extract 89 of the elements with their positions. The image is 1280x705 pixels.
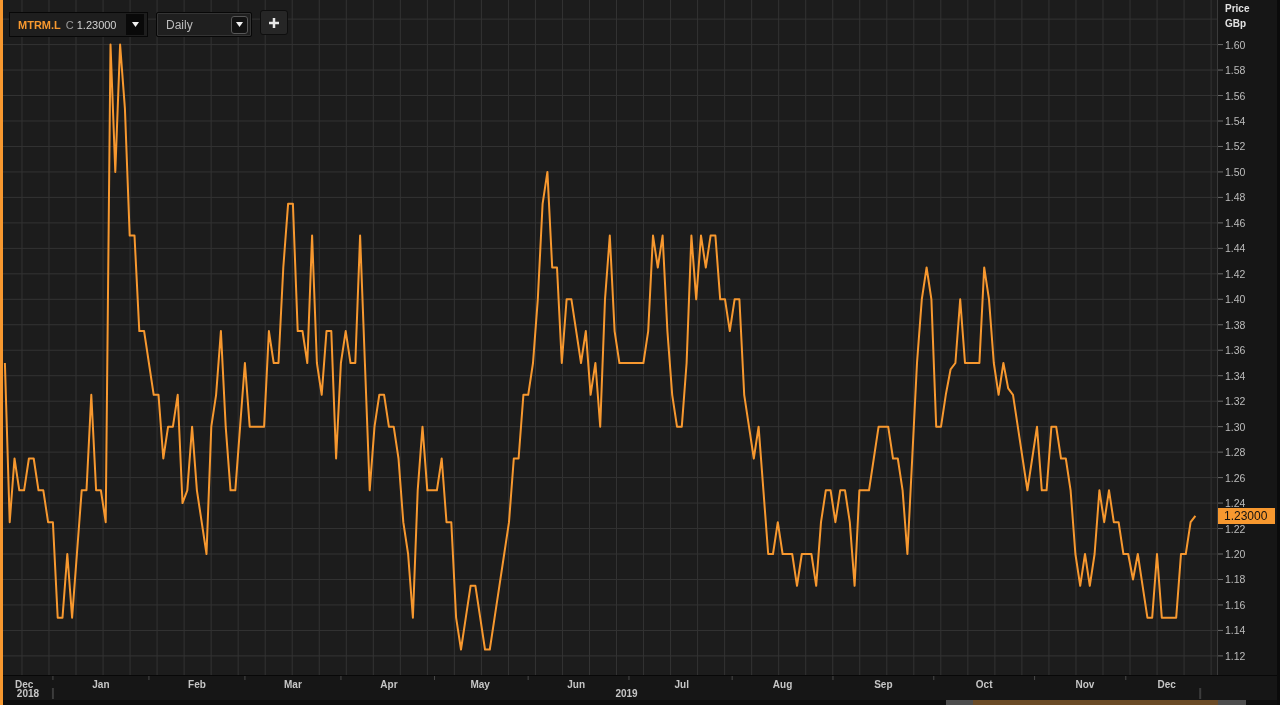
- tick-mark: [1218, 120, 1224, 122]
- month-label: Feb: [188, 679, 206, 691]
- tick-mark: [1218, 247, 1224, 249]
- month-label: Apr: [380, 679, 398, 691]
- dropdown-button[interactable]: [231, 15, 248, 34]
- tick-mark: [1125, 676, 1127, 681]
- axis-label: 1.58: [1225, 63, 1246, 78]
- price-type-label: C: [65, 18, 74, 31]
- axis-label: 1.48: [1225, 190, 1246, 205]
- ticker-symbol: MTRM.L: [18, 18, 61, 31]
- axis-label: 1.32: [1225, 394, 1246, 409]
- axis-label: 1.34: [1225, 368, 1246, 383]
- tick-mark: [1218, 324, 1224, 326]
- tick-mark: [1218, 196, 1224, 198]
- tick-mark: [1218, 171, 1224, 173]
- axis-label: 1.18: [1225, 572, 1246, 587]
- axis-label: 1.50: [1225, 164, 1246, 179]
- month-label: Sep: [874, 679, 893, 691]
- tick-mark: [1218, 426, 1224, 428]
- axis-label: 1.16: [1225, 597, 1246, 612]
- interval-dropdown[interactable]: Daily: [156, 12, 252, 37]
- tick-mark: [1218, 69, 1224, 71]
- tick-mark: [1218, 44, 1224, 46]
- month-label: Jan: [92, 679, 110, 691]
- caret-down-icon: [131, 22, 139, 27]
- interval-value: Daily: [166, 17, 193, 32]
- axis-unit: GBp: [1225, 18, 1247, 30]
- axis-title: Price: [1225, 3, 1250, 15]
- axis-label: 1.60: [1225, 37, 1246, 52]
- axis-label: 1.30: [1225, 419, 1246, 434]
- axis-label: 1.22: [1225, 521, 1246, 536]
- tick-mark: [731, 676, 733, 681]
- month-label: Mar: [284, 679, 302, 691]
- price-value: 1.23000: [76, 18, 117, 31]
- tick-mark: [1218, 145, 1224, 147]
- tick-mark: [1218, 629, 1224, 631]
- axis-label: 1.46: [1225, 215, 1246, 230]
- tick-mark: [1218, 502, 1224, 504]
- year-label: 2019: [615, 688, 638, 700]
- tick-mark: [1218, 528, 1224, 530]
- axis-label: 1.52: [1225, 139, 1246, 154]
- year-divider: [51, 688, 54, 699]
- axis-label: 1.40: [1225, 292, 1246, 307]
- tick-mark: [1218, 273, 1224, 275]
- month-label: Dec: [14, 679, 34, 690]
- axis-label: 1.14: [1225, 623, 1246, 638]
- tick-mark: [527, 676, 529, 681]
- scrollbar-thumb[interactable]: [946, 700, 1246, 705]
- axis-label: 1.38: [1225, 317, 1246, 332]
- axis-label: 1.56: [1225, 88, 1246, 103]
- scrollbar[interactable]: [3, 700, 1277, 705]
- month-label: Aug: [772, 679, 793, 691]
- month-label: Nov: [1075, 679, 1095, 691]
- add-button[interactable]: [260, 10, 288, 35]
- tick-mark: [1218, 655, 1224, 657]
- tick-mark: [1218, 298, 1224, 300]
- month-label: Jul: [674, 679, 689, 691]
- year-divider: [1199, 688, 1202, 699]
- tick-mark: [933, 676, 935, 681]
- tick-mark: [1218, 553, 1224, 555]
- caret-down-icon: [236, 22, 243, 27]
- month-label: Dec: [1157, 679, 1176, 691]
- axis-label: 1.54: [1225, 114, 1246, 128]
- instrument-field[interactable]: MTRM.L C 1.23000: [9, 12, 148, 37]
- year-label: 2018: [16, 688, 40, 700]
- tick-mark: [1218, 222, 1224, 224]
- tick-mark: [1218, 579, 1224, 580]
- tick-mark: [1218, 400, 1224, 402]
- tick-mark: [1034, 676, 1036, 681]
- month-label: Oct: [975, 679, 993, 691]
- axis-label: 1.42: [1225, 266, 1246, 281]
- axis-label: 1.26: [1225, 470, 1246, 485]
- axis-label: 1.44: [1225, 241, 1246, 256]
- axis-label: 1.36: [1225, 343, 1246, 358]
- dropdown-button[interactable]: [126, 14, 144, 35]
- tick-mark: [1218, 477, 1224, 479]
- tick-mark: [1218, 451, 1224, 453]
- tick-mark: [1218, 375, 1224, 377]
- tick-mark: [434, 676, 436, 681]
- tick-mark: [1218, 95, 1224, 96]
- axis-label: 1.12: [1225, 648, 1246, 663]
- plus-icon: [269, 17, 279, 28]
- month-label: Jun: [567, 679, 586, 691]
- tick-mark: [1218, 349, 1224, 351]
- month-label: May: [470, 679, 490, 691]
- current-price-label: 1.23000: [1218, 507, 1275, 524]
- axis-label: 1.20: [1225, 547, 1246, 561]
- axis-label: 1.28: [1225, 445, 1246, 460]
- tick-mark: [1218, 604, 1224, 606]
